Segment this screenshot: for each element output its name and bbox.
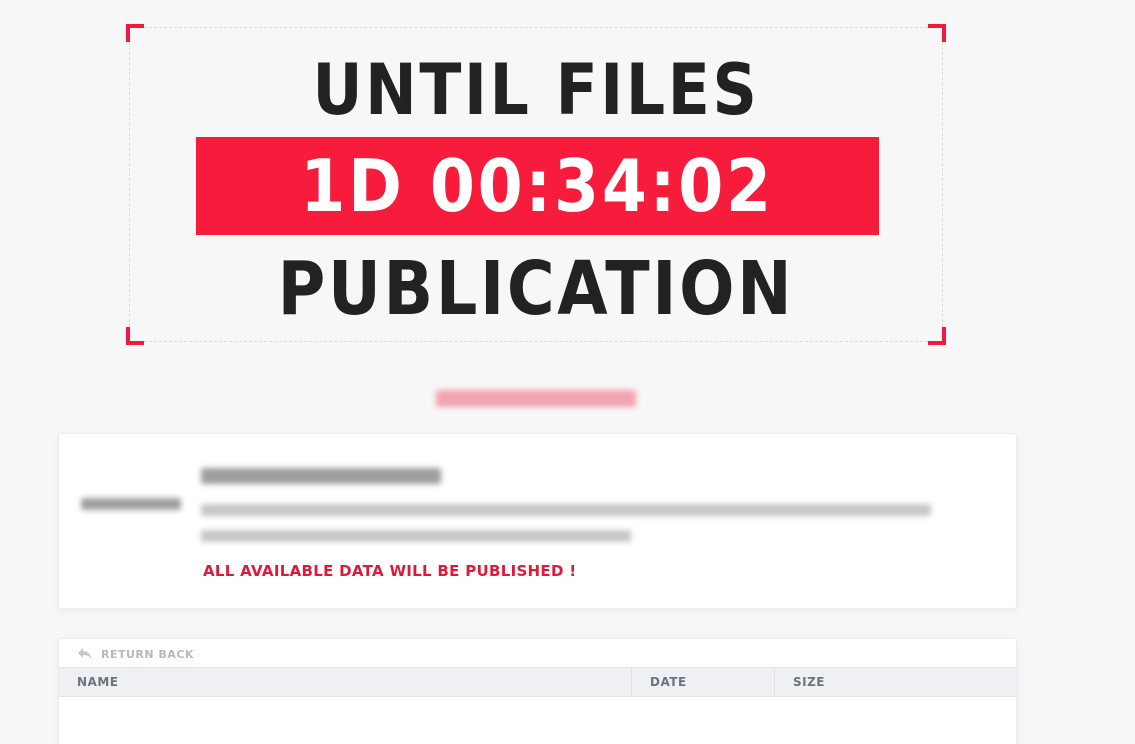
column-header-name[interactable]: NAME: [59, 668, 632, 696]
column-header-size[interactable]: SIZE: [775, 668, 1016, 696]
redacted-description-line-2: [201, 530, 631, 542]
victim-info-card: ALL AVAILABLE DATA WILL BE PUBLISHED !: [58, 433, 1017, 609]
frame-corner-bottom-right: [928, 327, 946, 345]
countdown-frame: UNTIL FILES 1D 00:34:02 PUBLICATION: [126, 24, 946, 345]
reply-arrow-icon: [77, 647, 93, 661]
files-card: RETURN BACK NAME DATE SIZE: [58, 638, 1017, 744]
publish-warning: ALL AVAILABLE DATA WILL BE PUBLISHED !: [203, 562, 577, 580]
countdown-heading-top: UNTIL FILES: [312, 49, 760, 131]
frame-corner-top-right: [928, 24, 946, 42]
column-header-date[interactable]: DATE: [632, 668, 775, 696]
return-back-link[interactable]: RETURN BACK: [77, 643, 194, 665]
frame-corner-bottom-left: [126, 327, 144, 345]
countdown-timer-bar: 1D 00:34:02: [196, 137, 879, 235]
countdown-timer: 1D 00:34:02: [300, 144, 775, 228]
leak-page: UNTIL FILES 1D 00:34:02 PUBLICATION ALL …: [0, 0, 1135, 744]
redacted-description-line-1: [201, 504, 931, 516]
redacted-link[interactable]: [436, 390, 636, 407]
files-table-header: NAME DATE SIZE: [59, 667, 1016, 697]
redacted-logo: [81, 498, 181, 510]
frame-corner-top-left: [126, 24, 144, 42]
countdown-heading-bottom: PUBLICATION: [277, 246, 795, 332]
redacted-company-name: [201, 468, 441, 484]
return-back-label: RETURN BACK: [101, 647, 194, 661]
